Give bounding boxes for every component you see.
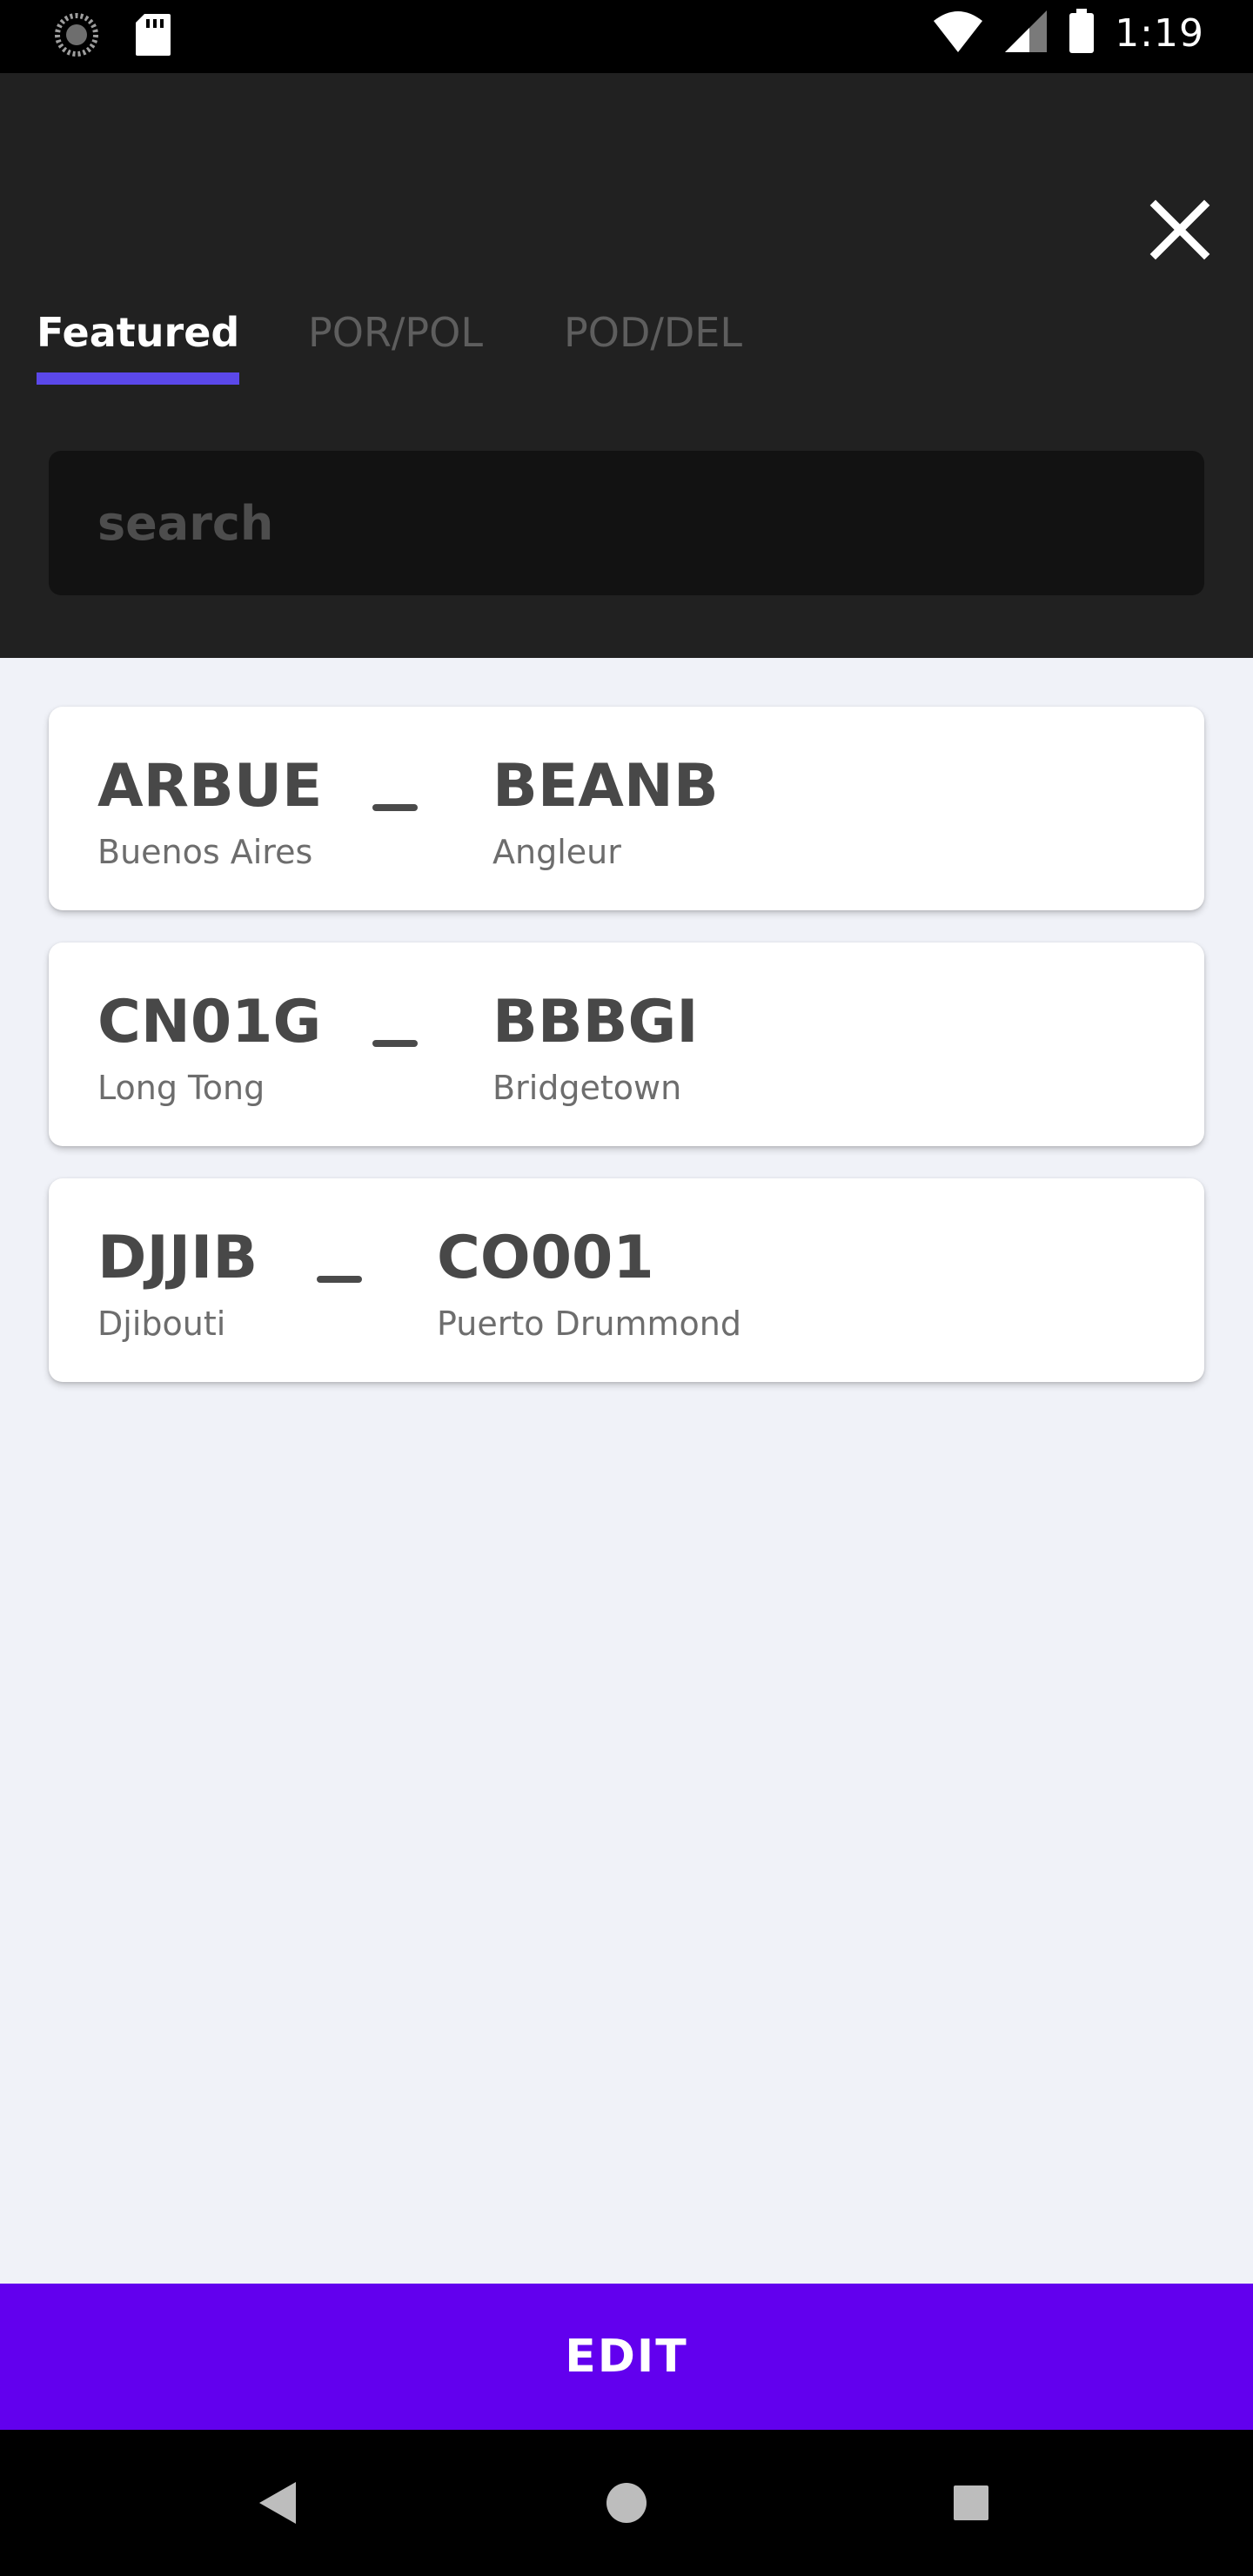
sd-card-icon bbox=[134, 12, 172, 61]
route-dash bbox=[372, 804, 418, 811]
search-input[interactable]: search bbox=[49, 451, 1204, 595]
destination-code: CO001 bbox=[437, 1224, 654, 1292]
home-icon bbox=[606, 2483, 647, 2523]
signal-icon bbox=[1003, 9, 1049, 57]
origin-code: ARBUE bbox=[97, 752, 323, 821]
route-dash bbox=[372, 1040, 418, 1047]
battery-icon bbox=[1068, 9, 1096, 57]
status-time: 1:19 bbox=[1115, 10, 1204, 56]
origin-city: Buenos Aires bbox=[97, 833, 313, 871]
close-icon bbox=[1149, 199, 1210, 260]
edit-button-label: EDIT bbox=[565, 2331, 688, 2383]
search-placeholder: search bbox=[97, 495, 274, 551]
tab-pod-del[interactable]: POD/DEL bbox=[564, 306, 742, 390]
home-button[interactable] bbox=[592, 2468, 661, 2538]
edit-button[interactable]: EDIT bbox=[0, 2284, 1253, 2430]
route-card[interactable]: CN01G Long Tong BBBGI Bridgetown bbox=[49, 943, 1204, 1146]
origin-code: CN01G bbox=[97, 988, 322, 1057]
destination-city: Puerto Drummond bbox=[437, 1305, 742, 1343]
destination-code: BBBGI bbox=[492, 988, 699, 1057]
recents-button[interactable] bbox=[936, 2468, 1006, 2538]
navigation-bar bbox=[0, 2430, 1253, 2576]
destination-city: Angleur bbox=[492, 833, 621, 871]
tab-featured[interactable]: Featured bbox=[37, 306, 240, 390]
route-card[interactable]: DJJIB Djibouti CO001 Puerto Drummond bbox=[49, 1178, 1204, 1382]
route-card[interactable]: ARBUE Buenos Aires BEANB Angleur bbox=[49, 707, 1204, 910]
recents-icon bbox=[954, 2485, 988, 2520]
origin-city: Djibouti bbox=[97, 1305, 226, 1343]
origin-code: DJJIB bbox=[97, 1224, 258, 1292]
back-icon bbox=[259, 2482, 296, 2524]
destination-code: BEANB bbox=[492, 752, 719, 821]
tab-por-pol[interactable]: POR/POL bbox=[308, 306, 483, 390]
sync-icon bbox=[54, 12, 99, 61]
wifi-icon bbox=[932, 9, 984, 57]
back-button[interactable] bbox=[244, 2468, 313, 2538]
origin-city: Long Tong bbox=[97, 1069, 265, 1107]
destination-city: Bridgetown bbox=[492, 1069, 682, 1107]
status-bar: 1:19 bbox=[0, 0, 1253, 73]
route-dash bbox=[317, 1276, 362, 1283]
close-button[interactable] bbox=[1145, 195, 1215, 265]
